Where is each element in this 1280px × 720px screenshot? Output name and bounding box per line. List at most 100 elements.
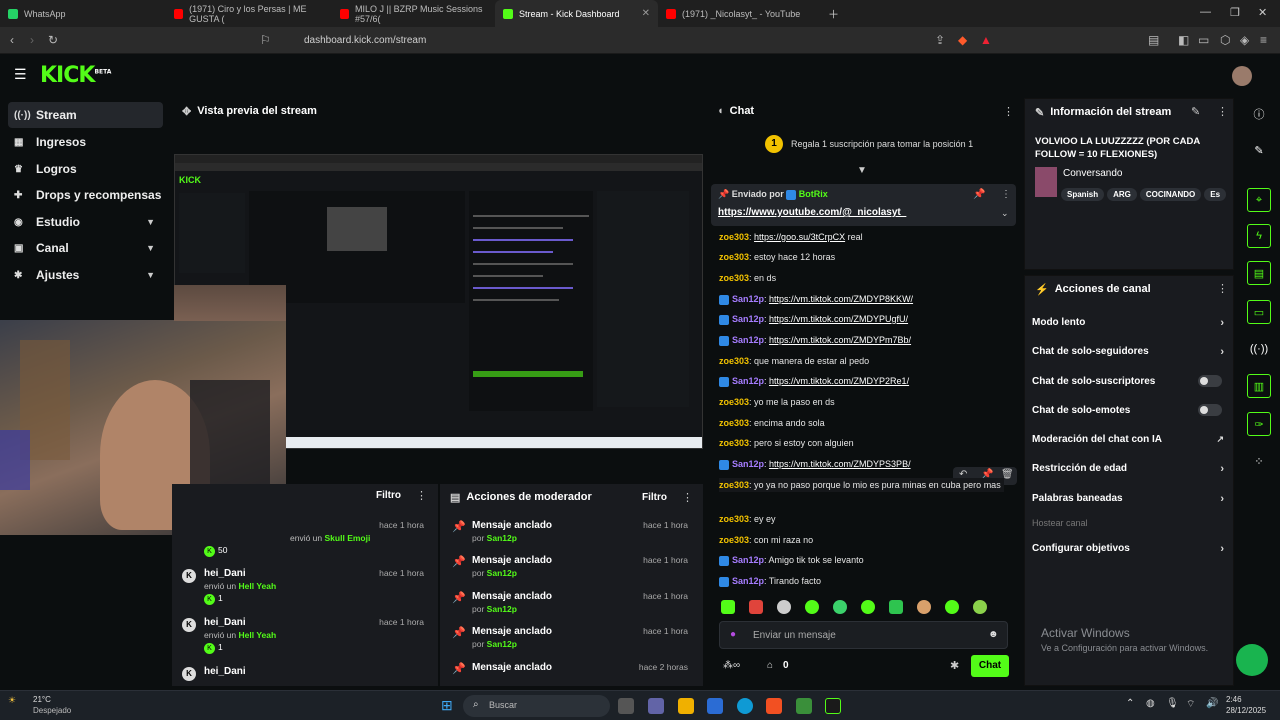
settings-icon[interactable]: ✱ [950, 659, 959, 672]
tab-ciro[interactable]: (1971) Ciro y los Persas | ME GUSTA ( [166, 0, 331, 27]
url-field[interactable]: dashboard.kick.com/stream [280, 31, 1000, 50]
help-fab[interactable] [1236, 644, 1268, 676]
edge-icon[interactable] [737, 698, 753, 714]
feed-name[interactable]: hei_Dani [204, 666, 246, 677]
chat-username[interactable]: zoe303 [719, 480, 749, 490]
taskbar-search[interactable]: ⌕ Buscar [463, 695, 610, 717]
chat-username[interactable]: San12p [732, 459, 764, 469]
more-icon[interactable]: ⋮ [1003, 105, 1014, 118]
chevron-up-icon[interactable]: ⌃ [1126, 698, 1134, 709]
chat-username[interactable]: zoe303 [719, 252, 749, 262]
microphone-icon[interactable]: ● [730, 629, 736, 640]
chat-link[interactable]: https://vm.tiktok.com/ZMDYPS3PB/ [769, 459, 911, 469]
feed-name[interactable]: hei_Dani [204, 568, 246, 579]
menu-icon[interactable]: ≡ [1260, 33, 1267, 47]
chat-username[interactable]: zoe303 [719, 438, 749, 448]
emote-icon[interactable] [917, 600, 931, 614]
chat-username[interactable]: zoe303 [719, 356, 749, 366]
brave-icon[interactable] [766, 698, 782, 714]
collapse-icon[interactable]: ▼ [857, 165, 867, 176]
action-followers-only[interactable]: Chat de solo-seguidores › [1032, 346, 1228, 358]
info-icon[interactable]: ⓘ [1247, 102, 1271, 126]
brave-shield-icon[interactable]: ◆ [958, 33, 967, 47]
chat-username[interactable]: zoe303 [719, 273, 749, 283]
chat-icon[interactable]: ▭ [1247, 300, 1271, 324]
activity-filter-button[interactable]: Filtro [376, 490, 401, 501]
tab-kick-dashboard[interactable]: Stream - Kick Dashboard ✕ [495, 0, 658, 27]
emote-icon[interactable] [721, 600, 735, 614]
moderator-filter-button[interactable]: Filtro [642, 492, 667, 503]
feed-name[interactable]: hei_Dani [204, 617, 246, 628]
users-icon[interactable]: ⁂∞ [723, 660, 740, 671]
close-tab-icon[interactable]: ✕ [642, 8, 650, 19]
maximize-icon[interactable]: ❐ [1230, 6, 1240, 19]
chat-link[interactable]: https://vm.tiktok.com/ZMDYP2Re1/ [769, 376, 909, 386]
tab-milo[interactable]: MILO J || BZRP Music Sessions #57/6( [332, 0, 495, 27]
edit-icon[interactable]: ✎ [1191, 105, 1200, 118]
mod-user[interactable]: San12p [487, 533, 517, 543]
clock-time[interactable]: 2:46 [1226, 695, 1242, 704]
chat-username[interactable]: San12p [732, 335, 764, 345]
avatar[interactable] [1232, 66, 1252, 86]
gift-banner[interactable]: Regala 1 suscripción para tomar la posic… [791, 139, 973, 149]
send-chat-button[interactable]: Chat [971, 655, 1009, 677]
close-window-icon[interactable]: ✕ [1258, 6, 1267, 19]
chat-link[interactable]: https://vm.tiktok.com/ZMDYPm7Bb/ [769, 335, 911, 345]
unpin-icon[interactable]: 📌 [973, 189, 985, 200]
sidebar-item-stream[interactable]: ((·)) Stream [8, 102, 163, 128]
more-icon[interactable]: ⋮ [1217, 282, 1228, 295]
more-icon[interactable]: ⋮ [682, 491, 693, 504]
tab-whatsapp[interactable]: WhatsApp [0, 0, 165, 27]
broadcast-icon[interactable]: ((·)) [1247, 337, 1271, 361]
more-icon[interactable]: ⋮ [1217, 105, 1228, 118]
kick-logo[interactable]: KICKBETA [40, 63, 111, 88]
hamburger-icon[interactable]: ☰ [14, 66, 27, 83]
more-icon[interactable]: ⋮ [416, 489, 427, 502]
wallet-icon[interactable]: ▭ [1198, 33, 1209, 47]
back-icon[interactable]: ‹ [10, 33, 14, 47]
forward-icon[interactable]: › [30, 33, 34, 47]
chat-username[interactable]: San12p [732, 294, 764, 304]
action-banned-words[interactable]: Palabras baneadas › [1032, 493, 1228, 505]
chat-input[interactable]: ● Enviar un mensaje ☻ [719, 621, 1008, 649]
edit-icon[interactable]: ✎ [1247, 138, 1271, 162]
wifi-icon[interactable]: ⌔ [1186, 698, 1195, 711]
tab-nicolasyt[interactable]: (1971) _Nicolasyt_ - YouTube [658, 0, 821, 27]
clock-date[interactable]: 28/12/2025 [1226, 706, 1266, 715]
microphone-icon[interactable]: 🎙 [1166, 698, 1179, 709]
share-icon[interactable]: ⇪ [935, 33, 945, 47]
teams-icon[interactable] [648, 698, 664, 714]
emote-icon[interactable] [861, 600, 875, 614]
category-name[interactable]: Conversando [1063, 168, 1122, 179]
chat-link[interactable]: https://vm.tiktok.com/ZMDYP8KKW/ [769, 294, 913, 304]
bolt-icon[interactable]: ϟ [1247, 224, 1271, 248]
chat-username[interactable]: San12p [732, 576, 764, 586]
brave-rewards-icon[interactable]: ▲ [980, 33, 992, 47]
emote-icon[interactable] [945, 600, 959, 614]
wrench-icon[interactable]: ✑ [1247, 412, 1271, 436]
mod-user[interactable]: San12p [487, 639, 517, 649]
action-ai-moderation[interactable]: Moderación del chat con IA ↗ [1032, 434, 1228, 445]
mod-user[interactable]: San12p [487, 568, 517, 578]
chat-username[interactable]: zoe303 [719, 514, 749, 524]
vpn-icon[interactable]: ⬡ [1220, 33, 1230, 47]
minimize-icon[interactable]: — [1200, 6, 1211, 18]
emotes-only-toggle[interactable] [1198, 404, 1222, 416]
mod-user[interactable]: San12p [487, 604, 517, 614]
chat-link[interactable]: https://goo.su/3tCrpCX [754, 232, 845, 242]
emote-icon[interactable] [777, 600, 791, 614]
kick-app-icon[interactable] [825, 698, 841, 714]
new-tab-icon[interactable]: ＋ [828, 6, 839, 22]
chat-username[interactable]: zoe303 [719, 397, 749, 407]
volume-icon[interactable]: 🔊 [1206, 698, 1218, 709]
sidebar-item-estudio[interactable]: ◉ Estudio ▼ [8, 209, 163, 235]
store-icon[interactable]: ⌂ [767, 660, 773, 671]
sidebar-item-logros[interactable]: ♛ Logros [8, 156, 163, 182]
windows-start-icon[interactable]: ⊞ [441, 697, 453, 714]
share-icon[interactable]: ⁘ [1247, 449, 1271, 473]
emoji-icon[interactable]: ☻ [988, 629, 999, 640]
layout-icon[interactable]: ▥ [1247, 374, 1271, 398]
target-icon[interactable]: ⌖ [1247, 188, 1271, 212]
emote-icon[interactable] [833, 600, 847, 614]
file-explorer-icon[interactable] [678, 698, 694, 714]
